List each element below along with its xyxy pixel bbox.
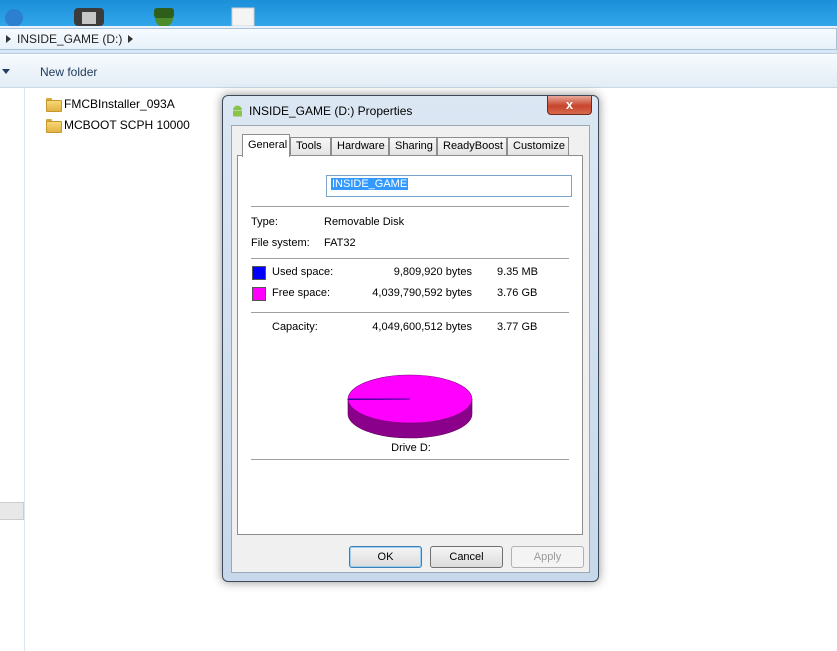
free-space-swatch (252, 287, 266, 301)
type-label: Type: (251, 216, 278, 228)
disk-usage-pie (347, 374, 473, 439)
file-name: MCBOOT SCPH 10000 (64, 118, 190, 132)
navigation-pane (0, 88, 25, 651)
file-list-item[interactable]: FMCBInstaller_093A (46, 97, 175, 112)
tab-sharing[interactable]: Sharing (389, 137, 437, 155)
taskbar-strip (0, 0, 837, 26)
app-icon[interactable] (72, 2, 108, 26)
new-folder-button[interactable]: New folder (40, 65, 97, 79)
document-icon[interactable] (226, 2, 262, 26)
tab-hardware[interactable]: Hardware (331, 137, 389, 155)
explorer-toolbar: New folder (0, 55, 837, 88)
file-list-item[interactable]: MCBOOT SCPH 10000 (46, 118, 190, 133)
capacity-size: 3.77 GB (497, 321, 538, 333)
ie-icon[interactable] (4, 2, 40, 26)
capacity-label: Capacity: (272, 321, 318, 333)
tab-general[interactable]: General (242, 134, 290, 157)
breadcrumb[interactable]: INSIDE_GAME (D:) (0, 28, 837, 50)
used-space-bytes: 9,809,920 bytes (393, 266, 472, 278)
android-drive-icon (233, 105, 242, 117)
drive-label: Drive D: (391, 442, 431, 454)
properties-dialog: INSIDE_GAME (D:) Properties x General To… (222, 95, 599, 582)
type-value: Removable Disk (324, 216, 405, 228)
tab-readyboost[interactable]: ReadyBoost (437, 137, 507, 155)
free-space-bytes: 4,039,790,592 bytes (372, 287, 472, 299)
free-space-label: Free space: (272, 287, 331, 299)
file-system-label: File system: (251, 237, 310, 249)
tab-tools[interactable]: Tools (290, 137, 331, 155)
separator (251, 258, 569, 259)
cancel-button[interactable]: Cancel (430, 546, 503, 568)
dialog-title: INSIDE_GAME (D:) Properties (249, 104, 413, 118)
chevron-down-icon[interactable] (2, 69, 10, 74)
file-name: FMCBInstaller_093A (64, 97, 175, 111)
chevron-right-icon[interactable] (6, 35, 11, 43)
address-bar: INSIDE_GAME (D:) (0, 26, 837, 54)
used-space-swatch (252, 266, 266, 280)
volume-name-selection: INSIDE_GAME (331, 178, 409, 190)
emulator-icon[interactable] (146, 2, 182, 26)
breadcrumb-drive[interactable]: INSIDE_GAME (D:) (17, 32, 122, 46)
folder-icon (46, 119, 62, 133)
folder-icon (46, 98, 62, 112)
ok-button[interactable]: OK (349, 546, 422, 568)
separator (251, 312, 569, 313)
chevron-right-icon[interactable] (128, 35, 134, 43)
used-space-size: 9.35 MB (497, 266, 538, 278)
separator (251, 459, 569, 460)
separator (251, 206, 569, 207)
tab-customize[interactable]: Customize (507, 137, 569, 155)
apply-button[interactable]: Apply (511, 546, 584, 568)
close-button[interactable]: x (547, 96, 592, 115)
capacity-bytes: 4,049,600,512 bytes (372, 321, 472, 333)
free-space-size: 3.76 GB (497, 287, 538, 299)
general-panel: INSIDE_GAME Type: Removable Disk File sy… (237, 155, 583, 535)
file-system-value: FAT32 (324, 237, 356, 249)
used-space-label: Used space: (272, 266, 334, 278)
nav-scrollbar-thumb[interactable] (0, 502, 24, 520)
dialog-client: General Tools Hardware Sharing ReadyBoos… (231, 125, 590, 573)
volume-name-input[interactable]: INSIDE_GAME (326, 175, 572, 197)
